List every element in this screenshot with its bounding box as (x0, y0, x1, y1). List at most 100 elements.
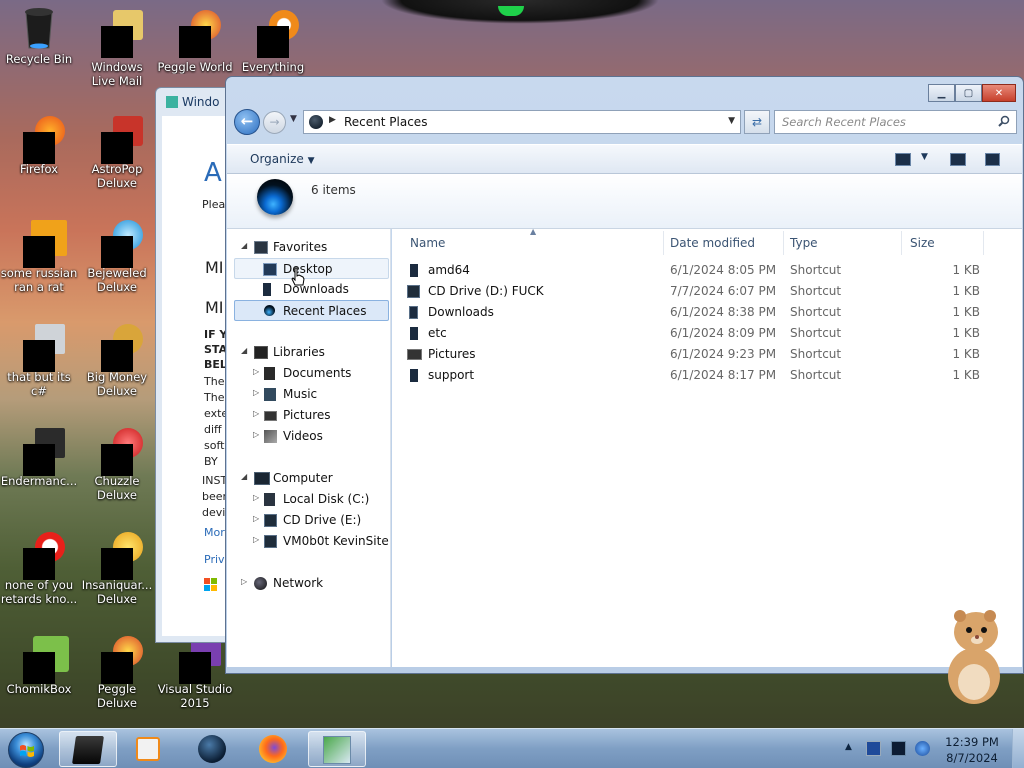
item-count: 6 items (311, 183, 356, 197)
desktop-icon-label: that but its c# (7, 370, 71, 398)
collapsed-triangle-icon[interactable]: ▷ (253, 367, 259, 376)
preview-pane-icon[interactable] (950, 153, 966, 166)
tray-network-icon[interactable] (891, 741, 906, 756)
organize-button[interactable]: Organize ▼ (250, 152, 315, 166)
search-icon[interactable] (998, 115, 1010, 127)
nav-documents[interactable]: ▷ Documents (227, 363, 391, 384)
nav-videos[interactable]: ▷ Videos (227, 426, 391, 447)
file-date: 7/7/2024 6:07 PM (670, 284, 777, 298)
back-button[interactable]: ← (234, 109, 260, 135)
desktop-icon-windows-live-mail[interactable]: Windows Live Mail (78, 6, 156, 88)
file-row[interactable]: CD Drive (D:) FUCK 7/7/2024 6:07 PM Shor… (404, 281, 1014, 302)
desktop-icon-label: Visual Studio 2015 (157, 682, 233, 710)
collapsed-triangle-icon[interactable]: ▷ (253, 535, 259, 544)
column-header-date-modified[interactable]: Date modified (664, 231, 784, 255)
expanded-triangle-icon[interactable]: ◢ (241, 241, 247, 250)
organize-label: Organize (250, 152, 304, 166)
desktop-icon-peggle-wow[interactable]: Peggle World of Warcraft (156, 6, 234, 74)
search-input[interactable] (775, 111, 985, 133)
taskbar-globe-button[interactable] (184, 731, 242, 767)
bw-link-privacy[interactable]: Priv (204, 553, 225, 566)
column-header-type[interactable]: Type (784, 231, 902, 255)
nav-pictures[interactable]: ▷ Pictures (227, 405, 391, 426)
file-row[interactable]: support 6/1/2024 8:17 PM Shortcut 1 KB (404, 365, 1014, 386)
file-row[interactable]: amd64 6/1/2024 8:05 PM Shortcut 1 KB (404, 260, 1014, 281)
desktop-icon-big-money[interactable]: Big Money Deluxe (78, 320, 156, 398)
minimize-button[interactable]: ▁ (928, 84, 955, 102)
desktop-icon-chomikbox[interactable]: ChomikBox (0, 632, 78, 696)
taskbar-media-player-button[interactable] (120, 731, 178, 767)
desktop-icon-firefox[interactable]: Firefox (0, 112, 78, 176)
desktop-icon-none-of-you[interactable]: none of you retards kno... (0, 528, 78, 606)
maximize-icon: ▢ (963, 87, 974, 99)
collapsed-triangle-icon[interactable]: ▷ (253, 409, 259, 418)
desktop-icon-chuzzle[interactable]: Chuzzle Deluxe (78, 424, 156, 502)
file-row[interactable]: Downloads 6/1/2024 8:38 PM Shortcut 1 KB (404, 302, 1014, 323)
astropop-icon (99, 112, 143, 164)
nav-network[interactable]: ▷ Network (227, 573, 391, 594)
nav-favorites[interactable]: ◢ Favorites (227, 237, 391, 258)
bw-link-more[interactable]: Mor (204, 526, 225, 539)
nav-local-disk[interactable]: ▷ Local Disk (C:) (227, 489, 391, 510)
desktop-icon-label: ChomikBox (6, 682, 72, 696)
music-icon (264, 388, 276, 401)
taskbar-firefox-button[interactable] (245, 731, 303, 767)
show-hidden-icons-button[interactable]: ▲ (845, 742, 852, 752)
desktop-icon-visual-studio[interactable]: Visual Studio 2015 (156, 632, 234, 710)
taskbar-installer-button[interactable] (308, 731, 366, 767)
desktop-icon-everything[interactable]: Everything (234, 6, 312, 74)
help-icon[interactable] (985, 153, 1000, 166)
desktop-icon-recycle-bin[interactable]: Recycle Bin (0, 6, 78, 66)
recent-pages-dropdown[interactable]: ▼ (290, 114, 297, 124)
collapsed-triangle-icon[interactable]: ▷ (253, 493, 259, 502)
nav-computer[interactable]: ◢ Computer (227, 468, 391, 489)
file-row[interactable]: Pictures 6/1/2024 9:23 PM Shortcut 1 KB (404, 344, 1014, 365)
desktop-icon-insaniquarium[interactable]: Insaniquar... Deluxe (78, 528, 156, 606)
explorer-window[interactable]: ▁ ▢ ✕ ← → ▼ ▶ Recent Places ▼ ⇄ Organize… (225, 76, 1024, 674)
desktop-icon-astropop[interactable]: AstroPop Deluxe (78, 112, 156, 190)
collapsed-triangle-icon[interactable]: ▷ (253, 514, 259, 523)
nav-downloads[interactable]: Downloads (227, 279, 391, 300)
refresh-button[interactable]: ⇄ (744, 110, 770, 134)
desktop-icon-that-but-csharp[interactable]: that but its c# (0, 320, 78, 398)
search-box[interactable] (774, 110, 1017, 134)
expanded-triangle-icon[interactable]: ◢ (241, 472, 247, 481)
system-clock[interactable]: 12:39 PM 8/7/2024 (940, 734, 1004, 766)
background-window[interactable]: Windo A Plea MI MI IF Y STA BEL The The … (155, 87, 235, 643)
desktop-icon-russian-rat[interactable]: some russian ran a rat (0, 216, 78, 294)
nav-recent-places[interactable]: Recent Places (234, 300, 389, 321)
desktop-icon-label: Recycle Bin (5, 52, 73, 66)
nav-label: Music (283, 387, 318, 401)
collapsed-triangle-icon[interactable]: ▷ (241, 577, 247, 586)
desktop-icon-peggle-deluxe[interactable]: Peggle Deluxe (78, 632, 156, 710)
collapsed-triangle-icon[interactable]: ▷ (253, 388, 259, 397)
start-button[interactable] (8, 732, 44, 768)
tray-volume-icon[interactable] (915, 741, 930, 756)
address-bar[interactable]: ▶ Recent Places ▼ (303, 110, 741, 134)
column-header-name[interactable]: ▲ Name (392, 227, 664, 255)
desktop-icon-bejeweled[interactable]: Bejeweled Deluxe (78, 216, 156, 294)
desktop-icon-endermanch[interactable]: Endermanc... (0, 424, 78, 488)
view-options-dropdown[interactable]: ▼ (921, 152, 928, 162)
expanded-triangle-icon[interactable]: ◢ (241, 346, 247, 355)
nav-cd-drive[interactable]: ▷ CD Drive (E:) (227, 510, 391, 531)
change-view-icon[interactable] (895, 153, 911, 166)
nav-libraries[interactable]: ◢ Libraries (227, 342, 391, 363)
maximize-button[interactable]: ▢ (955, 84, 982, 102)
nav-music[interactable]: ▷ Music (227, 384, 391, 405)
close-button[interactable]: ✕ (982, 84, 1016, 102)
nav-vm-share[interactable]: ▷ VM0b0t KevinSite (227, 531, 391, 552)
breadcrumb-arrow-icon[interactable]: ▶ (329, 115, 336, 125)
forward-button[interactable]: → (263, 111, 286, 134)
address-dropdown-icon[interactable]: ▼ (728, 116, 735, 126)
file-row[interactable]: etc 6/1/2024 8:09 PM Shortcut 1 KB (404, 323, 1014, 344)
everything-icon (255, 6, 299, 58)
column-header-size[interactable]: Size (902, 231, 984, 255)
taskbar-explorer-button[interactable] (59, 731, 117, 767)
collapsed-triangle-icon[interactable]: ▷ (253, 430, 259, 439)
nav-desktop[interactable]: Desktop (234, 258, 389, 279)
show-desktop-button[interactable] (1012, 729, 1024, 768)
explorer-icon (72, 736, 104, 764)
tray-action-center-icon[interactable] (866, 741, 881, 756)
address-location[interactable]: Recent Places (344, 115, 427, 129)
